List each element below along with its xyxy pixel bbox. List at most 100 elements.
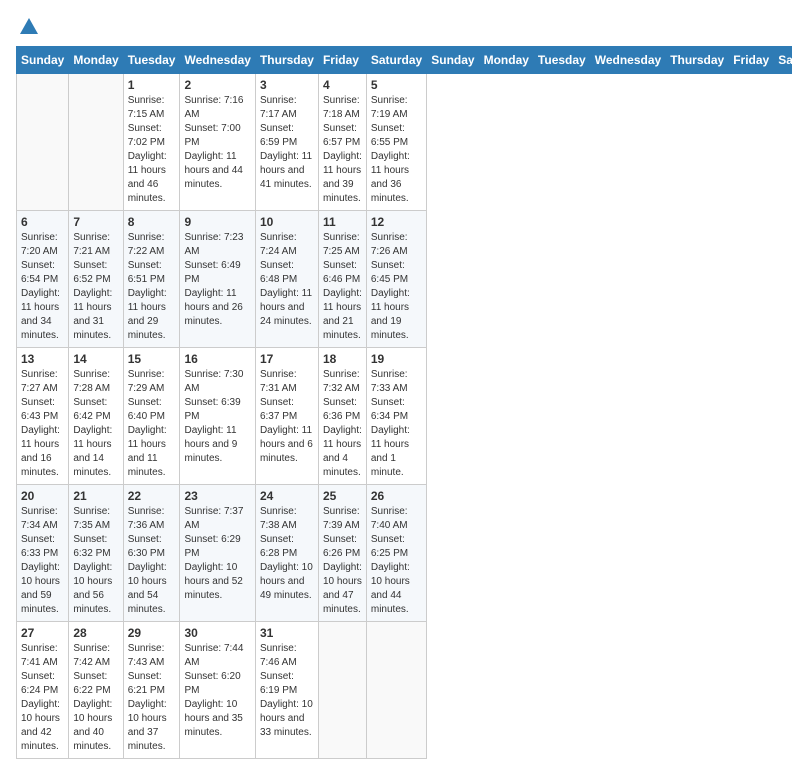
- day-info: Sunrise: 7:31 AMSunset: 6:37 PMDaylight:…: [260, 368, 314, 466]
- calendar-header: SundayMondayTuesdayWednesdayThursdayFrid…: [17, 47, 792, 74]
- calendar-cell: 7Sunrise: 7:21 AMSunset: 6:52 PMDaylight…: [69, 211, 123, 348]
- day-number: 26: [371, 489, 422, 503]
- day-number: 25: [323, 489, 362, 503]
- calendar-week-1: 1 Sunrise: 7:15 AMSunset: 7:02 PMDaylight…: [17, 74, 792, 211]
- calendar-cell: 11 Sunrise: 7:25 AMSunset: 6:46 PMDayligh…: [318, 211, 366, 348]
- calendar-cell: 17Sunrise: 7:31 AMSunset: 6:37 PMDayligh…: [255, 348, 318, 485]
- day-number: 1: [128, 78, 176, 92]
- calendar-cell: 18 Sunrise: 7:32 AMSunset: 6:36 PMDayligh…: [318, 348, 366, 485]
- day-number: 4: [323, 78, 362, 92]
- day-number: 21: [73, 489, 118, 503]
- day-info: Sunrise: 7:22 AMSunset: 6:51 PMDaylight:…: [128, 231, 176, 343]
- day-header-monday: Monday: [69, 47, 123, 74]
- day-number: 30: [184, 626, 250, 640]
- day-number: 8: [128, 215, 176, 229]
- logo: [16, 16, 40, 34]
- day-info: Sunrise: 7:27 AMSunset: 6:43 PMDaylight:…: [21, 368, 64, 480]
- day-info: Sunrise: 7:44 AMSunset: 6:20 PMDaylight:…: [184, 642, 250, 740]
- calendar-cell: [318, 622, 366, 759]
- calendar-week-2: 6Sunrise: 7:20 AMSunset: 6:54 PMDaylight…: [17, 211, 792, 348]
- day-info: Sunrise: 7:19 AMSunset: 6:55 PMDaylight:…: [371, 94, 422, 206]
- day-number: 23: [184, 489, 250, 503]
- day-number: 20: [21, 489, 64, 503]
- calendar-cell: 14Sunrise: 7:28 AMSunset: 6:42 PMDayligh…: [69, 348, 123, 485]
- day-info: Sunrise: 7:17 AMSunset: 6:59 PMDaylight:…: [260, 94, 314, 192]
- calendar-table: SundayMondayTuesdayWednesdayThursdayFrid…: [16, 46, 792, 759]
- day-info: Sunrise: 7:26 AMSunset: 6:45 PMDaylight:…: [371, 231, 422, 343]
- day-info: Sunrise: 7:43 AMSunset: 6:21 PMDaylight:…: [128, 642, 176, 754]
- day-number: 18: [323, 352, 362, 366]
- day-info: Sunrise: 7:35 AMSunset: 6:32 PMDaylight:…: [73, 505, 118, 617]
- calendar-cell: 22 Sunrise: 7:36 AMSunset: 6:30 PMDayligh…: [123, 485, 180, 622]
- calendar-cell: 9 Sunrise: 7:23 AMSunset: 6:49 PMDaylight…: [180, 211, 255, 348]
- calendar-cell: 31Sunrise: 7:46 AMSunset: 6:19 PMDayligh…: [255, 622, 318, 759]
- logo-icon: [18, 16, 40, 38]
- calendar-cell: 19Sunrise: 7:33 AMSunset: 6:34 PMDayligh…: [366, 348, 426, 485]
- day-number: 24: [260, 489, 314, 503]
- calendar-cell: 30 Sunrise: 7:44 AMSunset: 6:20 PMDayligh…: [180, 622, 255, 759]
- day-number: 13: [21, 352, 64, 366]
- day-number: 22: [128, 489, 176, 503]
- day-number: 3: [260, 78, 314, 92]
- day-number: 5: [371, 78, 422, 92]
- day-info: Sunrise: 7:36 AMSunset: 6:30 PMDaylight:…: [128, 505, 176, 617]
- header-row: SundayMondayTuesdayWednesdayThursdayFrid…: [17, 47, 792, 74]
- day-header-tuesday: Tuesday: [123, 47, 180, 74]
- day-number: 11: [323, 215, 362, 229]
- calendar-cell: 26 Sunrise: 7:40 AMSunset: 6:25 PMDayligh…: [366, 485, 426, 622]
- day-number: 2: [184, 78, 250, 92]
- day-header-thursday: Thursday: [666, 47, 729, 74]
- calendar-week-5: 27Sunrise: 7:41 AMSunset: 6:24 PMDayligh…: [17, 622, 792, 759]
- calendar-cell: 12 Sunrise: 7:26 AMSunset: 6:45 PMDayligh…: [366, 211, 426, 348]
- day-info: Sunrise: 7:25 AMSunset: 6:46 PMDaylight:…: [323, 231, 362, 343]
- calendar-week-3: 13 Sunrise: 7:27 AMSunset: 6:43 PMDayligh…: [17, 348, 792, 485]
- calendar-week-4: 20 Sunrise: 7:34 AMSunset: 6:33 PMDayligh…: [17, 485, 792, 622]
- calendar-cell: 13 Sunrise: 7:27 AMSunset: 6:43 PMDayligh…: [17, 348, 69, 485]
- day-header-friday: Friday: [729, 47, 774, 74]
- day-header-wednesday: Wednesday: [180, 47, 255, 74]
- day-info: Sunrise: 7:38 AMSunset: 6:28 PMDaylight:…: [260, 505, 314, 603]
- calendar-cell: 23Sunrise: 7:37 AMSunset: 6:29 PMDayligh…: [180, 485, 255, 622]
- day-info: Sunrise: 7:33 AMSunset: 6:34 PMDaylight:…: [371, 368, 422, 480]
- day-number: 29: [128, 626, 176, 640]
- day-number: 15: [128, 352, 176, 366]
- day-info: Sunrise: 7:34 AMSunset: 6:33 PMDaylight:…: [21, 505, 64, 617]
- day-number: 9: [184, 215, 250, 229]
- day-info: Sunrise: 7:32 AMSunset: 6:36 PMDaylight:…: [323, 368, 362, 480]
- day-number: 12: [371, 215, 422, 229]
- day-header-wednesday: Wednesday: [590, 47, 665, 74]
- calendar-cell: 2Sunrise: 7:16 AMSunset: 7:00 PMDaylight…: [180, 74, 255, 211]
- day-header-saturday: Saturday: [774, 47, 792, 74]
- day-number: 7: [73, 215, 118, 229]
- day-header-friday: Friday: [318, 47, 366, 74]
- day-header-saturday: Saturday: [366, 47, 426, 74]
- calendar-cell: [69, 74, 123, 211]
- day-info: Sunrise: 7:42 AMSunset: 6:22 PMDaylight:…: [73, 642, 118, 754]
- day-header-thursday: Thursday: [255, 47, 318, 74]
- calendar-cell: 24 Sunrise: 7:38 AMSunset: 6:28 PMDayligh…: [255, 485, 318, 622]
- day-info: Sunrise: 7:39 AMSunset: 6:26 PMDaylight:…: [323, 505, 362, 617]
- calendar-body: 1 Sunrise: 7:15 AMSunset: 7:02 PMDaylight…: [17, 74, 792, 759]
- calendar-cell: [17, 74, 69, 211]
- calendar-cell: 21 Sunrise: 7:35 AMSunset: 6:32 PMDayligh…: [69, 485, 123, 622]
- day-info: Sunrise: 7:23 AMSunset: 6:49 PMDaylight:…: [184, 231, 250, 329]
- day-header-monday: Monday: [479, 47, 533, 74]
- day-header-tuesday: Tuesday: [533, 47, 590, 74]
- day-info: Sunrise: 7:46 AMSunset: 6:19 PMDaylight:…: [260, 642, 314, 740]
- calendar-cell: 3 Sunrise: 7:17 AMSunset: 6:59 PMDaylight…: [255, 74, 318, 211]
- day-number: 27: [21, 626, 64, 640]
- day-header-sunday: Sunday: [427, 47, 479, 74]
- calendar-cell: 5 Sunrise: 7:19 AMSunset: 6:55 PMDaylight…: [366, 74, 426, 211]
- calendar-cell: 20 Sunrise: 7:34 AMSunset: 6:33 PMDayligh…: [17, 485, 69, 622]
- day-info: Sunrise: 7:29 AMSunset: 6:40 PMDaylight:…: [128, 368, 176, 480]
- calendar-cell: 8 Sunrise: 7:22 AMSunset: 6:51 PMDaylight…: [123, 211, 180, 348]
- calendar-cell: 29 Sunrise: 7:43 AMSunset: 6:21 PMDayligh…: [123, 622, 180, 759]
- day-info: Sunrise: 7:15 AMSunset: 7:02 PMDaylight:…: [128, 94, 176, 206]
- day-info: Sunrise: 7:30 AMSunset: 6:39 PMDaylight:…: [184, 368, 250, 466]
- calendar-cell: 6Sunrise: 7:20 AMSunset: 6:54 PMDaylight…: [17, 211, 69, 348]
- day-info: Sunrise: 7:40 AMSunset: 6:25 PMDaylight:…: [371, 505, 422, 617]
- calendar-cell: 28Sunrise: 7:42 AMSunset: 6:22 PMDayligh…: [69, 622, 123, 759]
- calendar-cell: 16Sunrise: 7:30 AMSunset: 6:39 PMDayligh…: [180, 348, 255, 485]
- calendar-cell: 15 Sunrise: 7:29 AMSunset: 6:40 PMDayligh…: [123, 348, 180, 485]
- calendar-cell: 10Sunrise: 7:24 AMSunset: 6:48 PMDayligh…: [255, 211, 318, 348]
